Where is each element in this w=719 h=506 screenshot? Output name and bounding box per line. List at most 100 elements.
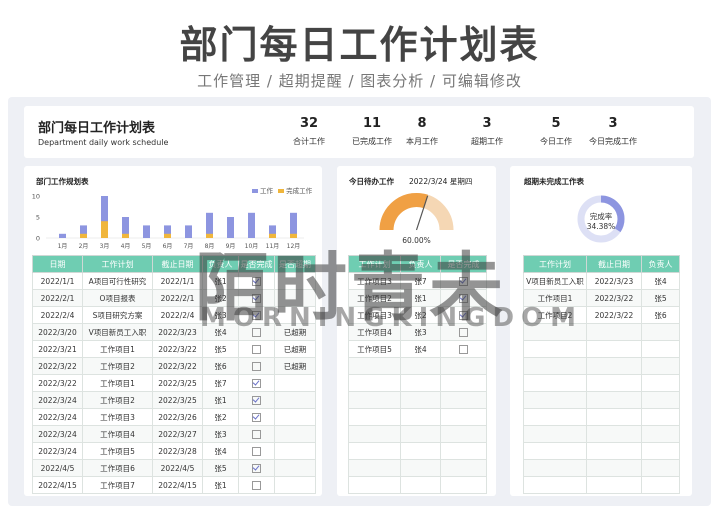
- empty-cell: [523, 408, 587, 426]
- plan-cell: 工作项目7: [82, 476, 153, 494]
- empty-cell: [400, 408, 441, 426]
- column-header: 负责人: [641, 255, 680, 273]
- hero-title: 部门每日工作计划表: [179, 23, 540, 67]
- owner-cell: 张1: [202, 476, 239, 494]
- deadline-cell: 2022/3/25: [152, 374, 203, 392]
- table-row: 2022/3/21 工作项目1 2022/3/22 张5 已超期: [32, 340, 316, 358]
- column-header: 工作计划: [82, 255, 153, 273]
- empty-row: [348, 391, 487, 409]
- empty-cell: [641, 459, 680, 477]
- table-row: V项目新员工入职 2022/3/23 张4: [523, 272, 680, 290]
- done-checkbox[interactable]: [252, 344, 261, 354]
- done-checkbox-cell: [238, 408, 275, 426]
- empty-cell: [523, 442, 587, 460]
- empty-row: [348, 408, 487, 426]
- empty-cell: [523, 357, 587, 375]
- done-checkbox-cell: [238, 357, 275, 375]
- empty-row: [348, 357, 487, 375]
- empty-cell: [586, 459, 642, 477]
- owner-cell: 张1: [202, 391, 239, 409]
- kpi-value: 3: [608, 116, 618, 131]
- overdue-cell: [274, 425, 316, 443]
- x-tick-label: 7月: [184, 243, 194, 250]
- done-checkbox[interactable]: [252, 429, 261, 439]
- deadline-cell: 2022/4/15: [152, 476, 203, 494]
- empty-cell: [523, 459, 587, 477]
- owner-cell: 张6: [202, 357, 239, 375]
- empty-cell: [523, 340, 587, 358]
- empty-cell: [586, 374, 642, 392]
- done-checkbox[interactable]: [252, 395, 261, 405]
- kpi-value: 32: [299, 116, 319, 131]
- empty-cell: [400, 459, 441, 477]
- date-cell: 2022/3/22: [32, 374, 83, 392]
- empty-cell: [400, 357, 441, 375]
- date-cell: 2022/2/1: [32, 289, 83, 307]
- date-cell: 2022/3/21: [32, 340, 83, 358]
- kpi-today: 5 今日工作: [526, 116, 586, 147]
- plan-cell: 工作项目1: [82, 374, 153, 392]
- x-tick-label: 5月: [142, 243, 152, 250]
- owner-cell: 张5: [202, 340, 239, 358]
- done-checkbox[interactable]: [252, 378, 261, 388]
- owner-cell: 张6: [641, 306, 680, 324]
- empty-cell: [400, 391, 441, 409]
- done-checkbox[interactable]: [252, 412, 261, 422]
- kpi-today-done: 3 今日完成工作: [583, 116, 643, 147]
- kpi-total: 32 合计工作: [279, 116, 339, 147]
- y-tick-label: 5: [36, 214, 40, 222]
- empty-cell: [586, 357, 642, 375]
- date-cell: 2022/3/24: [32, 391, 83, 409]
- done-checkbox-cell: [238, 476, 275, 494]
- ring-value: 34.38%: [586, 222, 616, 231]
- gauge-fill: [379, 193, 428, 231]
- kpi-value: 3: [482, 116, 492, 131]
- plan-cell: V项目新员工入职: [523, 272, 587, 290]
- completion-ring: [577, 195, 625, 243]
- table-header-row: 工作计划 截止日期 负责人: [523, 255, 680, 273]
- empty-cell: [348, 357, 401, 375]
- done-checkbox[interactable]: [459, 344, 468, 354]
- kpi-month: 8 本月工作: [392, 116, 452, 147]
- owner-cell: 张7: [202, 374, 239, 392]
- x-tick-label: 4月: [121, 243, 131, 250]
- header-card: 部门每日工作计划表 Department daily work schedule…: [24, 106, 694, 158]
- dashboard-subtitle: Department daily work schedule: [38, 138, 169, 147]
- empty-row: [523, 408, 680, 426]
- plan-cell: 工作项目4: [82, 425, 153, 443]
- empty-cell: [348, 476, 401, 494]
- plan-cell: 工作项目1: [82, 340, 153, 358]
- empty-cell: [641, 340, 680, 358]
- empty-cell: [440, 425, 487, 443]
- done-checkbox[interactable]: [252, 446, 261, 456]
- done-checkbox-cell: [238, 459, 275, 477]
- empty-cell: [586, 425, 642, 443]
- empty-row: [523, 391, 680, 409]
- column-header: 日期: [32, 255, 83, 273]
- deadline-cell: 2022/3/22: [152, 357, 203, 375]
- plan-cell: O项目报表: [82, 289, 153, 307]
- empty-cell: [440, 476, 487, 494]
- empty-cell: [641, 391, 680, 409]
- bar-work: [143, 225, 150, 238]
- date-cell: 2022/4/5: [32, 459, 83, 477]
- y-tick-label: 0: [36, 235, 40, 243]
- overdue-cell: [274, 374, 316, 392]
- empty-row: [523, 340, 680, 358]
- empty-cell: [348, 408, 401, 426]
- owner-cell: 张3: [202, 425, 239, 443]
- done-checkbox[interactable]: [252, 463, 261, 473]
- y-tick-label: 10: [32, 193, 40, 201]
- empty-row: [348, 476, 487, 494]
- empty-cell: [586, 323, 642, 341]
- done-checkbox[interactable]: [252, 480, 261, 490]
- kpi-overdue: 3 超期工作: [457, 116, 517, 147]
- empty-cell: [400, 476, 441, 494]
- empty-row: [523, 425, 680, 443]
- empty-cell: [348, 391, 401, 409]
- table-row: 2022/4/5 工作项目6 2022/4/5 张5: [32, 459, 316, 477]
- kpi-label: 超期工作: [471, 137, 503, 146]
- empty-cell: [348, 425, 401, 443]
- done-checkbox[interactable]: [252, 361, 261, 371]
- table-row: 2022/3/22 工作项目1 2022/3/25 张7: [32, 374, 316, 392]
